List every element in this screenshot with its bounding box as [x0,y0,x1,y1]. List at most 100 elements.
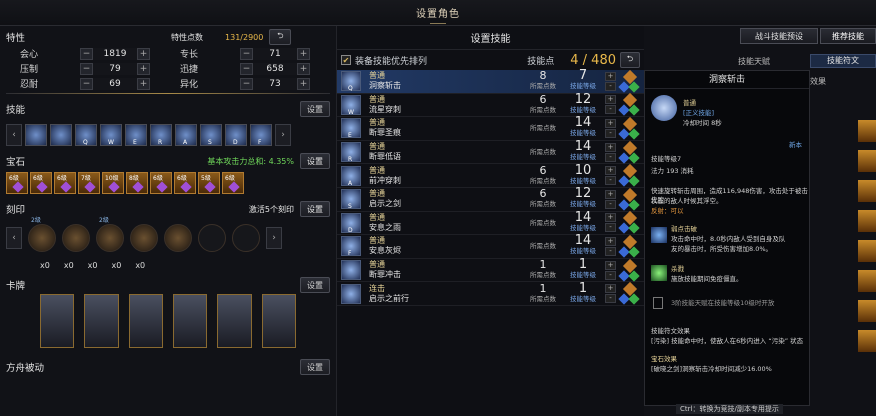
level-down-button[interactable]: - [605,152,616,162]
card-slot[interactable] [40,294,75,348]
gems-set-button[interactable]: 设置 [300,153,330,169]
tripod-icons[interactable] [618,164,640,187]
rune-icon[interactable] [858,180,876,202]
skill-slot[interactable] [25,124,47,146]
gem-slot[interactable]: 6级 [222,172,244,194]
gem-slot[interactable]: 5级 [198,172,220,194]
gem-slot[interactable]: 7级 [78,172,100,194]
level-down-button[interactable]: - [605,199,616,209]
card-slot[interactable] [84,294,119,348]
rune-icon[interactable] [858,120,876,142]
tab-skill-rune[interactable]: 技能符文 [810,54,876,68]
card-slot[interactable] [128,294,163,348]
skill-slot[interactable]: E [125,124,147,146]
engrave-set-button[interactable]: 设置 [300,201,330,217]
increase-button[interactable]: + [137,77,150,90]
gem-slot[interactable]: 8级 [126,172,148,194]
level-down-button[interactable]: - [605,294,616,304]
skill-slot[interactable]: R [150,124,172,146]
tripod-icons[interactable] [618,234,640,258]
level-down-button[interactable]: - [605,176,616,186]
skill-row[interactable]: Q 普通 洞察斩击 8 所需点数 7 技能等级 + - [337,69,644,94]
preset-button[interactable]: 战斗技能预设 [740,28,818,44]
engrave-slot[interactable] [198,224,226,252]
decrease-button[interactable]: − [240,47,253,60]
level-up-button[interactable]: + [605,118,616,128]
rune-icon[interactable] [858,300,876,322]
skill-slot[interactable]: S [200,124,222,146]
level-down-button[interactable]: - [605,128,616,138]
card-slot[interactable] [261,294,296,348]
next-arrow[interactable]: › [275,124,291,146]
prev-arrow[interactable]: ‹ [6,227,22,249]
decrease-button[interactable]: − [240,77,253,90]
level-up-button[interactable]: + [605,260,616,270]
level-up-button[interactable]: + [605,166,616,176]
level-up-button[interactable]: + [605,284,616,294]
skill-row[interactable]: A 普通 前冲穿刺 6 所需点数 10 技能等级 + - [337,164,644,188]
rune-icon[interactable] [858,330,876,352]
skill-row[interactable]: 连击 启示之前行 1 所需点数 1 技能等级 + - [337,282,644,306]
decrease-button[interactable]: − [80,77,93,90]
increase-button[interactable]: + [297,62,310,75]
sort-checkbox[interactable]: ✔ [341,55,351,65]
gem-slot[interactable]: 6级 [30,172,52,194]
decrease-button[interactable]: − [240,62,253,75]
tripod-icons[interactable] [618,93,640,117]
tripod-icons[interactable] [618,187,640,211]
level-up-button[interactable]: + [605,189,616,199]
rune-icon[interactable] [858,240,876,262]
card-slot[interactable] [172,294,208,348]
skill-slot[interactable] [50,124,72,146]
skill-slot[interactable]: W [100,124,122,146]
gem-slot[interactable]: 10级 [102,172,124,194]
skill-row[interactable]: R 普通 断罪低语 所需点数 14 技能等级 + - [337,140,644,165]
level-down-button[interactable]: - [605,81,616,91]
prev-arrow[interactable]: ‹ [6,124,22,146]
level-up-button[interactable]: + [605,142,616,152]
engrave-slot[interactable] [62,224,90,252]
rune-icon[interactable] [858,210,876,232]
skill-row[interactable]: E 普通 断罪圣痕 所需点数 14 技能等级 + - [337,116,644,141]
gem-slot[interactable]: 6级 [174,172,196,194]
decrease-button[interactable]: − [80,62,93,75]
increase-button[interactable]: + [137,47,150,60]
skill-row[interactable]: W 普通 流星穿刺 6 所需点数 12 技能等级 + - [337,93,644,118]
engrave-slot[interactable]: 2级 [96,217,124,252]
skill-row[interactable]: D 普通 安息之雨 所需点数 14 技能等级 + - [337,211,644,236]
card-slot[interactable] [217,294,252,348]
tripod-icons[interactable] [618,140,640,164]
gem-slot[interactable]: 6级 [150,172,172,194]
skills-set-button[interactable]: 设置 [300,101,330,117]
skill-slot[interactable]: A [175,124,197,146]
gem-slot[interactable]: 6级 [54,172,76,194]
level-up-button[interactable]: + [605,213,616,223]
engrave-slot[interactable] [232,224,260,252]
tripod-icons[interactable] [618,258,640,282]
skill-row[interactable]: F 普通 安息灰烬 所需点数 14 技能等级 + - [337,234,644,259]
decrease-button[interactable]: − [80,47,93,60]
level-up-button[interactable]: + [605,95,616,105]
recommend-button[interactable]: 推荐技能 [820,28,876,44]
gem-slot[interactable]: 6级 [6,172,28,194]
skill-slot[interactable]: F [250,124,272,146]
tripod-icons[interactable] [618,211,640,235]
increase-button[interactable]: + [297,47,310,60]
engrave-slot[interactable] [164,224,192,252]
increase-button[interactable]: + [297,77,310,90]
tripod-icons[interactable] [618,282,640,305]
reset-skills-button[interactable]: ⮌ [620,52,640,68]
level-down-button[interactable]: - [605,105,616,115]
level-down-button[interactable]: - [605,270,616,280]
reset-traits-button[interactable]: ⮌ [269,29,292,45]
skill-row[interactable]: 普通 断罪冲击 1 所需点数 1 技能等级 + - [337,258,644,283]
skill-slot[interactable]: D [225,124,247,146]
engrave-slot[interactable] [130,224,158,252]
skill-row[interactable]: S 普通 启示之剑 6 所需点数 12 技能等级 + - [337,187,644,212]
level-down-button[interactable]: - [605,223,616,233]
tripod-icons[interactable] [618,116,640,140]
level-down-button[interactable]: - [605,246,616,256]
ark-set-button[interactable]: 设置 [300,359,330,375]
rune-icon[interactable] [858,150,876,172]
cards-set-button[interactable]: 设置 [300,277,330,293]
